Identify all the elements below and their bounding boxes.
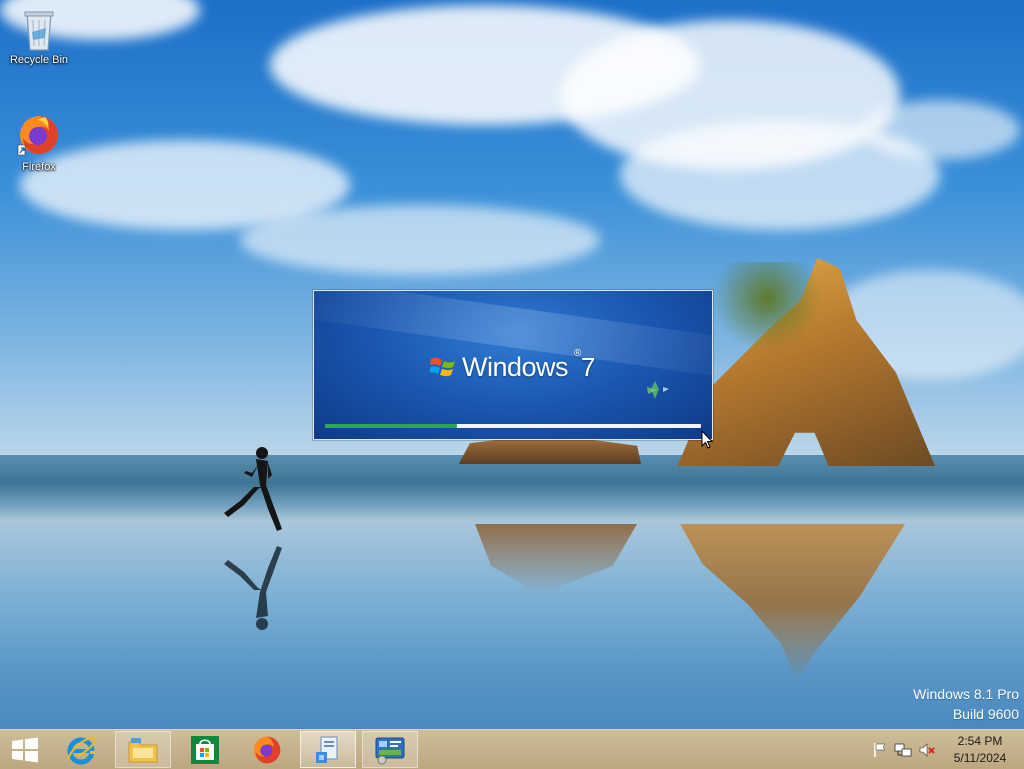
volume-muted-icon[interactable] (918, 742, 936, 758)
setup-icon (316, 736, 338, 763)
os-version-watermark: Windows 8.1 Pro Build 9600 (913, 684, 1019, 724)
internet-explorer-icon (67, 736, 97, 764)
taskbar-internet-explorer[interactable] (53, 731, 109, 768)
splash-version-number: 7 (580, 351, 595, 382)
watermark-build: Build 9600 (952, 706, 1019, 722)
watermark-edition: Windows 8.1 Pro (913, 686, 1019, 702)
taskbar-store[interactable] (177, 731, 233, 768)
desktop-icon-label: Recycle Bin (9, 54, 69, 66)
wallpaper-cloud (240, 205, 600, 275)
taskbar-clock[interactable]: 2:54 PM 5/11/2024 (944, 733, 1016, 767)
wallpaper-rock-moss (712, 262, 822, 352)
windows-flag-icon (430, 357, 455, 377)
setup-progress-bar (325, 424, 701, 428)
splash-brand: Windows ®7 (430, 347, 595, 385)
desktop-icon-firefox[interactable]: Firefox (1, 111, 77, 173)
windows-logo-icon (12, 737, 38, 762)
start-button[interactable] (0, 731, 50, 768)
taskbar-setup[interactable] (300, 731, 356, 768)
windows-7-setup-splash: Windows ®7 (313, 290, 713, 440)
firefox-icon (17, 116, 58, 156)
clock-date: 5/11/2024 (953, 751, 1007, 765)
splash-version: ®7 (574, 347, 595, 382)
wallpaper-cloud (860, 100, 1020, 160)
clock-time: 2:54 PM (957, 734, 1003, 748)
desktop-icon-label: Firefox (22, 161, 56, 173)
setup-progress-fill (325, 424, 457, 428)
desktop-icon-recycle-bin[interactable]: Recycle Bin (1, 8, 77, 66)
system-tray (872, 739, 936, 761)
splash-brand-text: Windows (462, 351, 569, 382)
network-icon[interactable] (894, 742, 912, 758)
taskbar-firefox[interactable] (239, 731, 295, 768)
firefox-icon (253, 736, 281, 763)
wallpaper-runner (224, 447, 282, 531)
wallpaper-runner-reflection (224, 546, 282, 630)
control-panel-icon (375, 737, 405, 764)
taskbar-control-panel[interactable] (362, 731, 418, 768)
file-explorer-icon (128, 737, 158, 762)
store-icon (191, 735, 219, 764)
taskbar-file-explorer[interactable] (115, 731, 171, 768)
action-center-flag-icon[interactable] (872, 742, 888, 758)
mouse-cursor-icon (701, 430, 713, 449)
taskbar: 2:54 PM 5/11/2024 (0, 729, 1024, 769)
splash-decoration-icon (647, 381, 669, 399)
recycle-bin-icon (24, 11, 54, 51)
